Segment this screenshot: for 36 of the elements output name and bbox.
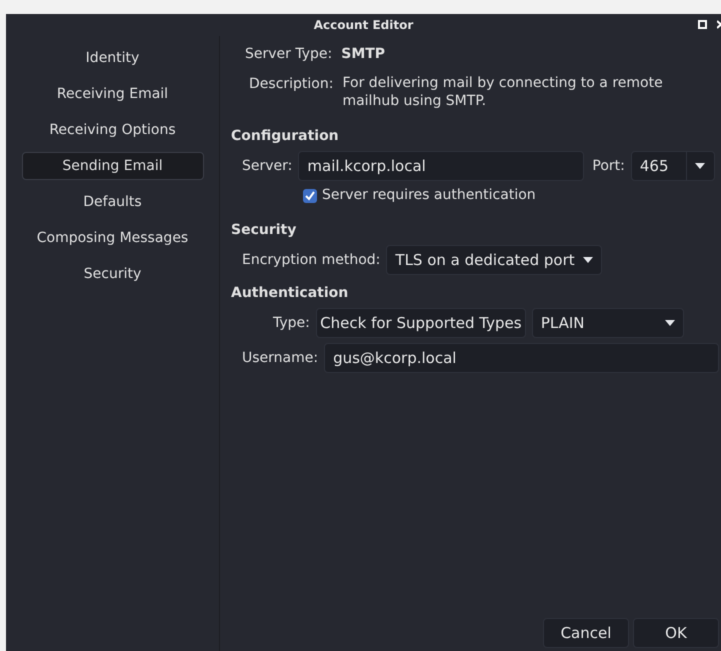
sidebar-item[interactable]: Receiving Email xyxy=(22,80,204,108)
check-icon xyxy=(305,190,315,200)
sidebar-item[interactable]: Composing Messages xyxy=(22,224,204,252)
auth-checkbox[interactable]: Server requires authentication xyxy=(303,185,719,206)
encryption-dropdown[interactable]: TLS on a dedicated port xyxy=(386,245,602,275)
type-label: Type: xyxy=(273,314,310,332)
server-input[interactable]: mail.kcorp.local xyxy=(298,151,584,181)
sidebar-item[interactable]: Defaults xyxy=(22,188,204,216)
maximize-icon[interactable] xyxy=(698,20,707,29)
sidebar-item[interactable]: Sending Email xyxy=(22,152,204,180)
description-label: Description: xyxy=(249,75,334,94)
encryption-label: Encryption method: xyxy=(242,250,380,270)
sidebar-item[interactable]: Identity xyxy=(22,44,204,72)
port-label: Port: xyxy=(592,156,625,176)
section-heading: Security xyxy=(231,221,298,240)
dialog-button[interactable]: OK xyxy=(633,618,719,648)
server-type-label: Server Type: xyxy=(245,45,332,64)
caret-icon xyxy=(664,320,675,326)
caret-icon xyxy=(695,163,706,169)
sidebar-item[interactable]: Receiving Options xyxy=(22,116,204,144)
username-input[interactable]: gus@kcorp.local xyxy=(324,343,719,373)
port-value: 465 xyxy=(638,156,670,177)
port-spinbox[interactable]: 465 xyxy=(630,151,715,181)
dialog-button[interactable]: Cancel xyxy=(543,618,629,648)
window-title: Account Editor xyxy=(314,17,414,34)
server-type-value: SMTP xyxy=(341,45,386,64)
auth-type-dropdown[interactable]: PLAIN xyxy=(532,308,684,338)
close-icon[interactable] xyxy=(717,20,721,29)
username-label: Username: xyxy=(242,348,318,368)
sidebar-item[interactable]: Security xyxy=(22,260,204,288)
section-heading: Configuration xyxy=(231,127,340,146)
section-heading: Authentication xyxy=(231,284,350,303)
caret-icon xyxy=(583,257,594,263)
server-label: Server: xyxy=(242,156,292,176)
description-text: For delivering mail by connecting to a remote mailhub using SMTP. xyxy=(342,74,664,110)
check-types-button[interactable]: Check for Supported Types xyxy=(316,308,526,338)
